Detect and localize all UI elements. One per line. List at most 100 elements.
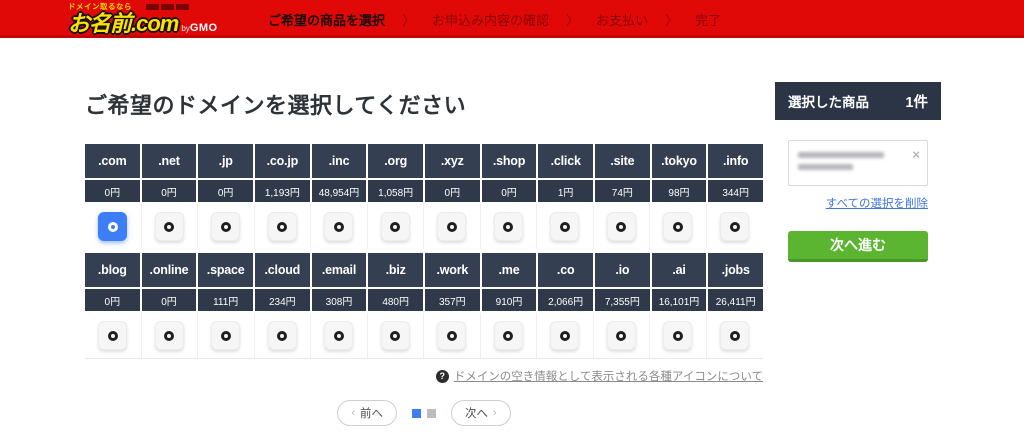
- logo-brand-text: お名前.com: [68, 13, 178, 35]
- tld-radio-cell: [594, 204, 651, 249]
- tld-availability-radio-cloud[interactable]: [268, 321, 297, 350]
- available-circle-icon: [503, 222, 513, 232]
- tld-price-cell: 1,058円: [368, 180, 423, 202]
- tld-price-cell: 26,411円: [708, 289, 763, 311]
- tld-header-cell: .info: [708, 144, 763, 178]
- available-circle-icon: [277, 331, 287, 341]
- tld-radio-cell: [85, 313, 142, 358]
- tld-radio-cell: [311, 313, 368, 358]
- tld-header-cell: .cloud: [255, 253, 310, 287]
- tld-radio-cell: [707, 204, 764, 249]
- tld-availability-radio-me[interactable]: [494, 321, 523, 350]
- tld-availability-radio-shop[interactable]: [494, 212, 523, 241]
- tld-availability-radio-org[interactable]: [381, 212, 410, 241]
- tld-header-cell: .io: [595, 253, 650, 287]
- available-circle-icon: [334, 331, 344, 341]
- logo-tld-badges: [146, 4, 189, 10]
- tld-price-cell: 234円: [255, 289, 310, 311]
- next-page-button[interactable]: 次へ ›: [451, 400, 511, 426]
- tld-price-cell: 0円: [198, 180, 253, 202]
- available-circle-icon: [560, 222, 570, 232]
- prev-page-button[interactable]: ‹ 前へ: [337, 400, 397, 426]
- tld-price-cell: 0円: [85, 180, 140, 202]
- logo-gmo-text: GMO: [190, 23, 218, 34]
- tld-price-cell: 344円: [708, 180, 763, 202]
- tld-price-cell: 2,066円: [538, 289, 593, 311]
- tld-availability-radio-email[interactable]: [324, 321, 353, 350]
- tld-availability-radio-io[interactable]: [607, 321, 636, 350]
- checkout-steps: ご希望の商品を選択 〉 お申込み内容の確認 〉 お支払い 〉 完了: [268, 0, 721, 38]
- page-dot-1[interactable]: [412, 409, 421, 418]
- tld-price-cell: 7,355円: [595, 289, 650, 311]
- available-circle-icon: [616, 222, 626, 232]
- tld-header-cell: .net: [142, 144, 197, 178]
- available-circle-icon: [447, 331, 457, 341]
- tld-availability-radio-space[interactable]: [211, 321, 240, 350]
- tld-header-cell: .email: [312, 253, 367, 287]
- onamae-logo[interactable]: ドメイン取るなら お名前.com by GMO: [68, 3, 218, 35]
- available-circle-icon: [164, 222, 174, 232]
- tld-availability-radio-com[interactable]: [98, 212, 127, 241]
- tld-availability-radio-tokyo[interactable]: [663, 212, 692, 241]
- tld-availability-radio-ai[interactable]: [663, 321, 692, 350]
- logo-tagline: ドメイン取るなら: [68, 3, 218, 11]
- tld-availability-radio-xyz[interactable]: [437, 212, 466, 241]
- page-dot-2[interactable]: [427, 409, 436, 418]
- tld-availability-radio-work[interactable]: [437, 321, 466, 350]
- tld-availability-radio-blog[interactable]: [98, 321, 127, 350]
- tld-header-cell: .biz: [368, 253, 423, 287]
- available-circle-icon: [108, 331, 118, 341]
- sidebar-body: × すべての選択を削除 次へ進む: [775, 120, 941, 262]
- tld-price-cell: 0円: [142, 180, 197, 202]
- tld-header-cell: .com: [85, 144, 140, 178]
- sidebar-title: 選択した商品: [788, 91, 869, 111]
- tld-availability-radio-site[interactable]: [607, 212, 636, 241]
- tld-selection-table: .com.net.jp.co.jp.inc.org.xyz.shop.click…: [85, 144, 763, 359]
- step-confirm-order: お申込み内容の確認: [432, 10, 549, 29]
- tld-availability-radio-biz[interactable]: [381, 321, 410, 350]
- available-circle-icon: [730, 222, 740, 232]
- tld-radio-cell: [142, 204, 199, 249]
- tld-header-cell: .jobs: [708, 253, 763, 287]
- tld-price-cell: 111円: [198, 289, 253, 311]
- tld-price-cell: 1円: [538, 180, 593, 202]
- help-question-icon[interactable]: ?: [436, 370, 449, 383]
- availability-icons-help-link[interactable]: ドメインの空き情報として表示される各種アイコンについて: [454, 368, 763, 384]
- tld-availability-radio-inc[interactable]: [324, 212, 353, 241]
- available-circle-icon: [560, 331, 570, 341]
- tld-price-cell: 910円: [482, 289, 537, 311]
- domain-selection-main: ご希望のドメインを選択してください .com.net.jp.co.jp.inc.…: [85, 88, 763, 426]
- step-payment: お支払い: [596, 10, 648, 29]
- tld-availability-radio-jp[interactable]: [211, 212, 240, 241]
- selected-products-sidebar: 選択した商品 1件 × すべての選択を削除 次へ進む: [775, 82, 941, 262]
- tld-availability-radio-co.jp[interactable]: [268, 212, 297, 241]
- tld-radio-cell: [650, 313, 707, 358]
- tld-header-cell: .blog: [85, 253, 140, 287]
- tld-header-cell: .space: [198, 253, 253, 287]
- tld-availability-radio-online[interactable]: [155, 321, 184, 350]
- tld-radio-cell: [198, 313, 255, 358]
- chevron-left-icon: ‹: [351, 407, 355, 419]
- tld-radio-cell: [368, 204, 425, 249]
- tld-availability-radio-jobs[interactable]: [720, 321, 749, 350]
- available-circle-icon: [390, 222, 400, 232]
- sidebar-header: 選択した商品 1件: [775, 82, 941, 120]
- delete-all-selections-link[interactable]: すべての選択を削除: [788, 195, 928, 211]
- tld-price-cell: 0円: [142, 289, 197, 311]
- tld-radio-cell: [707, 313, 764, 358]
- tld-radio-cell: [255, 204, 312, 249]
- step-separator-icon: 〉: [665, 10, 678, 29]
- tld-header-cell: .tokyo: [652, 144, 707, 178]
- selected-item-card: ×: [788, 140, 928, 186]
- tld-availability-radio-click[interactable]: [550, 212, 579, 241]
- proceed-next-button[interactable]: 次へ進む: [788, 231, 928, 262]
- tld-radio-cell: [142, 313, 199, 358]
- tld-radio-cell: [424, 204, 481, 249]
- remove-item-icon[interactable]: ×: [912, 148, 920, 161]
- tld-availability-radio-net[interactable]: [155, 212, 184, 241]
- tld-header-cell: .click: [538, 144, 593, 178]
- tld-availability-radio-info[interactable]: [720, 212, 749, 241]
- available-circle-icon: [503, 331, 513, 341]
- availability-help-row: ? ドメインの空き情報として表示される各種アイコンについて: [85, 368, 763, 384]
- tld-availability-radio-co[interactable]: [550, 321, 579, 350]
